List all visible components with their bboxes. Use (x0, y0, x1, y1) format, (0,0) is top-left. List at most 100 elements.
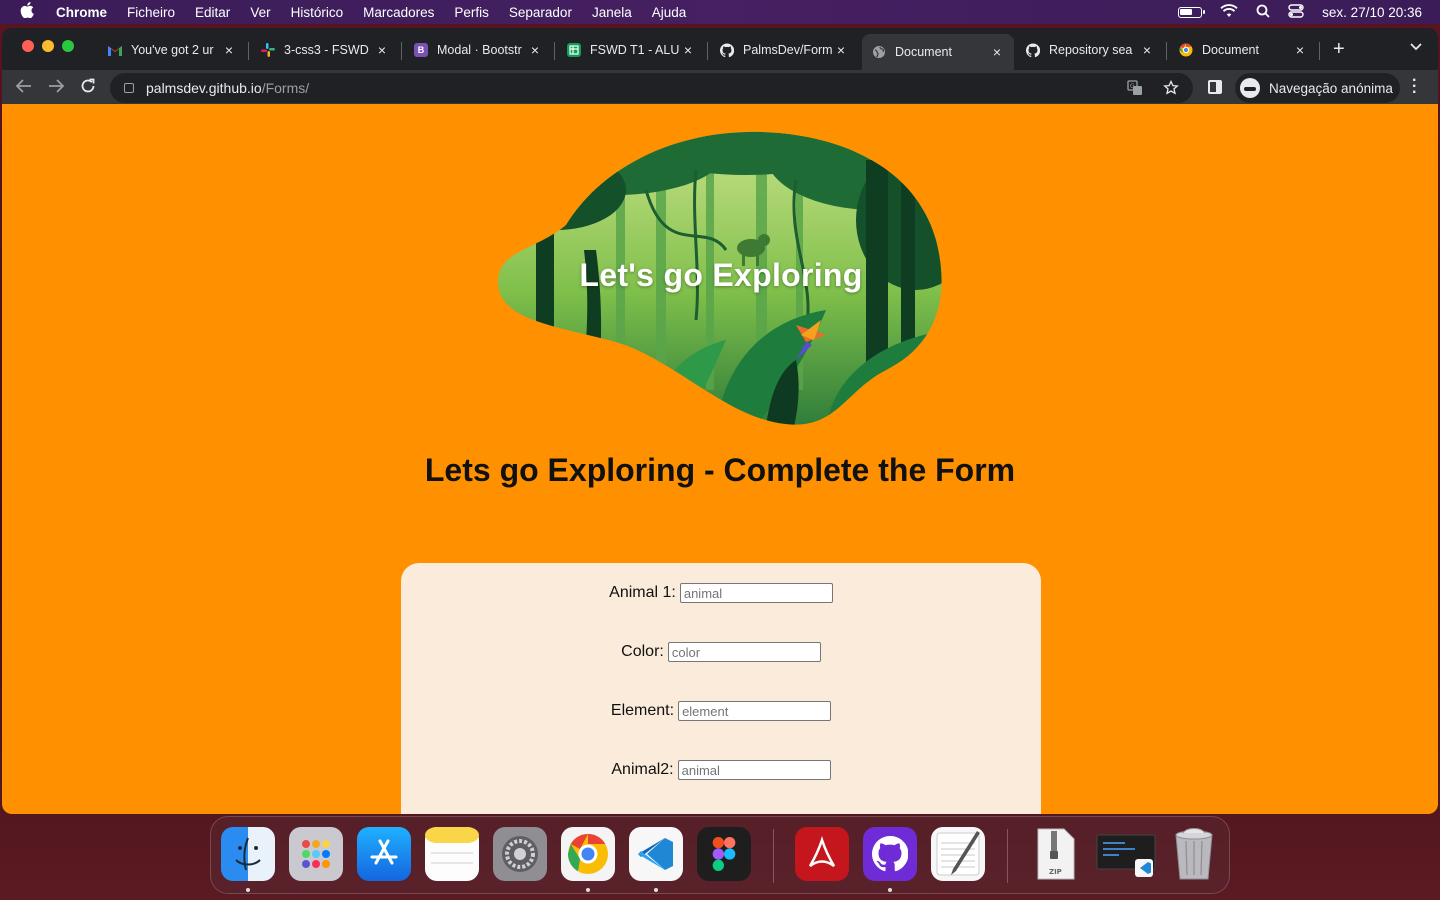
translate-icon[interactable]: G (1127, 80, 1143, 99)
animal1-label: Animal 1: (609, 584, 676, 601)
vscode-icon[interactable] (629, 827, 683, 881)
running-indicator (654, 888, 658, 892)
menu-app-name[interactable]: Chrome (56, 5, 107, 20)
color-input[interactable] (667, 642, 821, 662)
element-input[interactable] (678, 701, 832, 721)
tab-title: PalmsDev/Form (743, 43, 833, 57)
tab-gmail[interactable]: You've got 2 ur × (98, 34, 246, 66)
figma-icon[interactable] (697, 827, 751, 881)
textedit-icon[interactable] (931, 827, 985, 881)
tab-sheets[interactable]: FSWD T1 - ALU × (557, 34, 705, 66)
dock-divider (773, 829, 774, 883)
kebab-menu-icon[interactable]: · · · (1412, 73, 1417, 101)
chrome-window: You've got 2 ur × 3-css3 - FSWD × B Moda… (2, 28, 1438, 814)
new-tab-plus-icon[interactable]: + (1333, 38, 1345, 61)
svg-text:G: G (1130, 83, 1135, 90)
menu-perfis[interactable]: Perfis (454, 5, 489, 20)
tab-github-forms[interactable]: PalmsDev/Form × (710, 34, 858, 66)
menu-ajuda[interactable]: Ajuda (652, 5, 687, 20)
svg-text:ZIP: ZIP (1049, 868, 1062, 876)
close-tab-icon[interactable]: × (990, 44, 1004, 60)
zoom-window-button[interactable] (62, 40, 74, 52)
spotlight-search-icon[interactable] (1256, 4, 1270, 21)
page-title: Lets go Exploring - Complete the Form (424, 452, 1016, 488)
running-indicator (888, 888, 892, 892)
dock-divider (1007, 829, 1008, 883)
running-indicator (246, 888, 250, 892)
close-tab-icon[interactable]: × (528, 42, 542, 58)
github-icon (1026, 42, 1040, 57)
close-window-button[interactable] (22, 40, 34, 52)
tab-divider (554, 42, 555, 60)
menu-ver[interactable]: Ver (250, 5, 270, 20)
launchpad-icon[interactable] (289, 827, 343, 881)
trash-icon[interactable] (1167, 827, 1221, 881)
macos-dock: ZIP (210, 816, 1230, 894)
animal2-label: Animal2: (611, 761, 674, 778)
incognito-icon (1240, 78, 1260, 98)
menu-janela[interactable]: Janela (592, 5, 632, 20)
address-path: /Forms/ (261, 80, 310, 96)
tab-github-search[interactable]: Repository sea × (1016, 34, 1164, 66)
form-row-element: Element: (401, 701, 1041, 721)
screenshot-thumbnail-icon[interactable] (1095, 827, 1157, 881)
wifi-icon[interactable] (1220, 3, 1238, 21)
github-icon (720, 42, 734, 57)
tab-title: You've got 2 ur (131, 43, 214, 57)
page-viewport: Let's go Exploring Lets go Exploring - C… (2, 104, 1438, 814)
close-tab-icon[interactable]: × (1293, 42, 1307, 58)
reload-icon[interactable] (80, 78, 96, 99)
close-tab-icon[interactable]: × (681, 42, 695, 58)
notes-icon[interactable] (425, 827, 479, 881)
menu-historico[interactable]: Histórico (291, 5, 344, 20)
menu-editar[interactable]: Editar (195, 5, 230, 20)
side-panel-icon[interactable] (1208, 80, 1222, 94)
tab-document-active[interactable]: Document × (862, 34, 1014, 70)
element-label: Element: (610, 702, 675, 719)
tab-search-chevron-down-icon[interactable] (1410, 40, 1422, 54)
app-store-icon[interactable] (357, 827, 411, 881)
bookmark-star-icon[interactable] (1163, 79, 1179, 99)
acrobat-icon[interactable] (795, 827, 849, 881)
github-desktop-icon[interactable] (863, 827, 917, 881)
animal2-input[interactable] (677, 760, 831, 780)
incognito-label: Navegação anónima (1269, 80, 1393, 96)
incognito-indicator[interactable]: Navegação anónima (1235, 73, 1400, 103)
close-tab-icon[interactable]: × (1140, 42, 1154, 58)
control-center-icon[interactable] (1288, 3, 1304, 21)
forward-arrow-icon[interactable] (48, 78, 65, 98)
menu-separador[interactable]: Separador (509, 5, 572, 20)
menu-ficheiro[interactable]: Ficheiro (127, 5, 175, 20)
tab-divider (248, 42, 249, 60)
battery-icon[interactable] (1178, 6, 1206, 18)
system-preferences-gear-icon[interactable] (493, 827, 547, 881)
finder-icon[interactable] (221, 827, 275, 881)
slack-icon (261, 43, 275, 57)
address-bar[interactable]: palmsdev.github.io/Forms/ G (110, 73, 1193, 103)
tab-bootstrap[interactable]: B Modal · Bootstr × (404, 34, 552, 66)
tab-document-2[interactable]: Document × (1169, 34, 1317, 66)
animal1-input[interactable] (679, 583, 833, 603)
browser-toolbar: palmsdev.github.io/Forms/ G Navegação an… (2, 70, 1438, 106)
menu-marcadores[interactable]: Marcadores (363, 5, 434, 20)
gmail-icon (108, 43, 122, 57)
apple-icon[interactable] (20, 2, 38, 22)
zip-archive-icon[interactable]: ZIP (1029, 827, 1083, 881)
tab-divider (401, 42, 402, 60)
menubar-datetime[interactable]: sex. 27/10 20:36 (1322, 5, 1422, 20)
lock-icon[interactable] (124, 83, 134, 93)
tab-divider (1166, 42, 1167, 60)
close-tab-icon[interactable]: × (375, 42, 389, 58)
chrome-app-icon[interactable] (561, 827, 615, 881)
globe-icon (872, 45, 886, 59)
close-tab-icon[interactable]: × (222, 42, 236, 58)
window-controls (22, 40, 74, 52)
tab-title: Modal · Bootstr (437, 43, 522, 57)
minimize-window-button[interactable] (42, 40, 54, 52)
form-row-animal2: Animal2: (401, 760, 1041, 780)
close-tab-icon[interactable]: × (834, 42, 848, 58)
form-row-color: Color: (401, 642, 1041, 662)
tab-title: 3-css3 - FSWD (284, 43, 369, 57)
back-arrow-icon[interactable] (15, 78, 32, 98)
tab-slack[interactable]: 3-css3 - FSWD × (251, 34, 399, 66)
